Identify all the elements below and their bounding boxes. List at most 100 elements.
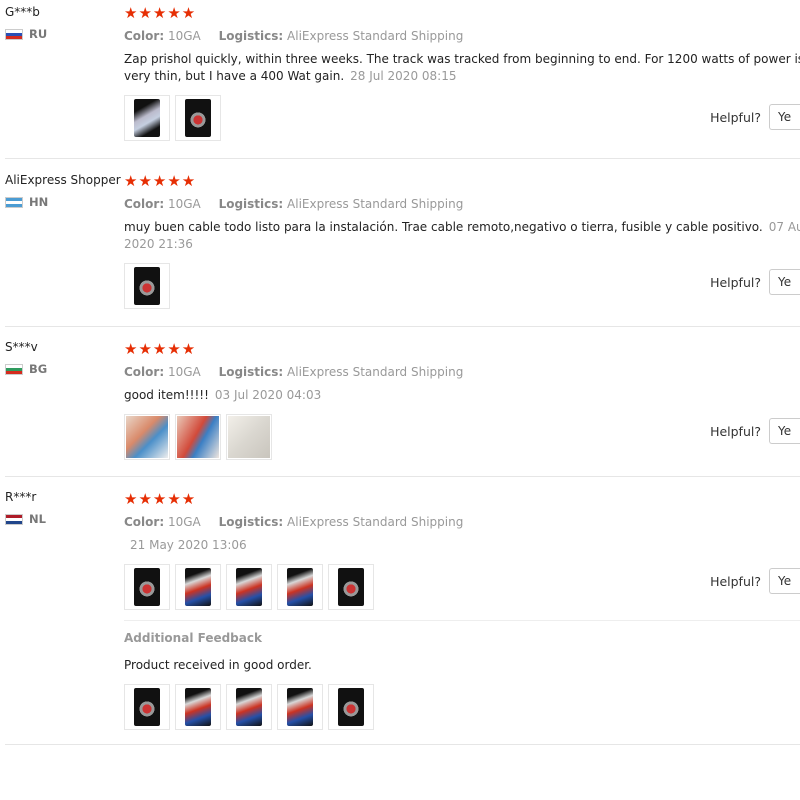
helpful-label: Helpful? — [710, 109, 761, 125]
logistics-label: Logistics: — [218, 197, 284, 211]
helpful-label: Helpful? — [710, 573, 761, 589]
reviewer-info: S***v BG — [5, 340, 47, 376]
reviewer-country: BG — [5, 362, 47, 376]
additional-feedback-photos — [124, 684, 800, 730]
review-text: Zap prishol quickly, within three weeks.… — [124, 51, 800, 85]
helpful-yes-button[interactable]: Ye — [769, 418, 800, 444]
additional-feedback-text: Product received in good order. — [124, 658, 312, 672]
additional-feedback: Additional Feedback Product received in … — [124, 620, 800, 730]
review-photo-thumb[interactable] — [277, 684, 323, 730]
review-item: AliExpress Shopper HN ★★★★★ Color: 10GA … — [5, 158, 800, 327]
country-code: BG — [29, 362, 48, 376]
country-code: RU — [29, 27, 48, 41]
logistics-label: Logistics: — [218, 515, 284, 529]
photo-image — [287, 688, 313, 726]
photo-image — [287, 568, 313, 606]
review-item: G***b RU ★★★★★ Color: 10GA Logistics: Al… — [5, 0, 800, 159]
review-photos — [124, 263, 800, 309]
logistics-value: AliExpress Standard Shipping — [287, 515, 464, 529]
photo-image — [236, 688, 262, 726]
divider — [124, 620, 800, 621]
color-label: Color: — [124, 365, 165, 379]
country-flag-icon — [5, 363, 23, 375]
color-label: Color: — [124, 515, 165, 529]
reviewer-country: RU — [5, 27, 47, 41]
review-photo-thumb[interactable] — [277, 564, 323, 610]
review-text-content: good item!!!!! — [124, 388, 209, 402]
helpful-yes-button[interactable]: Ye — [769, 568, 800, 594]
review-photo-thumb[interactable] — [328, 564, 374, 610]
review-photos — [124, 414, 800, 460]
review-photo-thumb[interactable] — [328, 684, 374, 730]
reviewer-info: AliExpress Shopper HN — [5, 173, 121, 209]
review-text-content: muy buen cable todo listo para la instal… — [124, 220, 763, 234]
review-photo-thumb[interactable] — [124, 95, 170, 141]
review-meta: Color: 10GA Logistics: AliExpress Standa… — [124, 365, 800, 379]
review-body: ★★★★★ Color: 10GA Logistics: AliExpress … — [124, 490, 800, 610]
star-rating-icon: ★★★★★ — [124, 172, 197, 190]
photo-image — [134, 99, 160, 137]
country-flag-icon — [5, 513, 23, 525]
review-photo-thumb[interactable] — [124, 684, 170, 730]
helpful-label: Helpful? — [710, 423, 761, 439]
country-code: NL — [29, 512, 46, 526]
review-photo-thumb[interactable] — [124, 414, 170, 460]
review-meta: Color: 10GA Logistics: AliExpress Standa… — [124, 197, 800, 211]
helpful-section: Helpful? Ye — [710, 568, 800, 594]
photo-image — [126, 416, 168, 458]
helpful-section: Helpful? Ye — [710, 269, 800, 295]
photo-image — [228, 416, 270, 458]
color-value: 10GA — [167, 515, 201, 529]
country-code: HN — [29, 195, 49, 209]
logistics-label: Logistics: — [218, 365, 284, 379]
review-photo-thumb[interactable] — [226, 684, 272, 730]
reviewer-country: HN — [5, 195, 121, 209]
photo-image — [185, 99, 211, 137]
country-flag-icon — [5, 28, 23, 40]
review-photo-thumb[interactable] — [226, 414, 272, 460]
logistics-value: AliExpress Standard Shipping — [287, 197, 464, 211]
review-text: 21 May 2020 13:06 — [124, 537, 800, 554]
star-rating-icon: ★★★★★ — [124, 4, 197, 22]
color-value: 10GA — [167, 365, 201, 379]
review-photo-thumb[interactable] — [124, 564, 170, 610]
photo-image — [236, 568, 262, 606]
color-label: Color: — [124, 29, 165, 43]
review-photo-thumb[interactable] — [175, 684, 221, 730]
review-photo-thumb[interactable] — [175, 564, 221, 610]
photo-image — [338, 688, 364, 726]
review-item: S***v BG ★★★★★ Color: 10GA Logistics: Al… — [5, 326, 800, 477]
additional-feedback-title: Additional Feedback — [124, 631, 262, 645]
reviewer-country: NL — [5, 512, 46, 526]
helpful-yes-button[interactable]: Ye — [769, 104, 800, 130]
logistics-value: AliExpress Standard Shipping — [287, 29, 464, 43]
reviewer-name: AliExpress Shopper — [5, 173, 121, 187]
review-photos — [124, 564, 800, 610]
country-flag-icon — [5, 196, 23, 208]
reviewer-name: G***b — [5, 5, 40, 19]
color-value: 10GA — [167, 29, 201, 43]
review-photo-thumb[interactable] — [226, 564, 272, 610]
color-label: Color: — [124, 197, 165, 211]
review-text: good item!!!!! 03 Jul 2020 04:03 — [124, 387, 800, 404]
star-rating-icon: ★★★★★ — [124, 490, 197, 508]
review-date: 03 Jul 2020 04:03 — [214, 388, 322, 402]
reviewer-name: R***r — [5, 490, 37, 504]
review-text-content: Zap prishol quickly, within three weeks.… — [124, 52, 800, 83]
photo-image — [338, 568, 364, 606]
photo-image — [185, 688, 211, 726]
review-photo-thumb[interactable] — [175, 95, 221, 141]
review-date: 21 May 2020 13:06 — [130, 538, 247, 552]
review-body: ★★★★★ Color: 10GA Logistics: AliExpress … — [124, 4, 800, 141]
photo-image — [134, 267, 160, 305]
review-photo-thumb[interactable] — [124, 263, 170, 309]
reviewer-info: G***b RU — [5, 5, 47, 41]
helpful-yes-button[interactable]: Ye — [769, 269, 800, 295]
helpful-section: Helpful? Ye — [710, 104, 800, 130]
review-photos — [124, 95, 800, 141]
review-photo-thumb[interactable] — [175, 414, 221, 460]
reviewer-info: R***r NL — [5, 490, 46, 526]
review-meta: Color: 10GA Logistics: AliExpress Standa… — [124, 515, 800, 529]
review-item: R***r NL ★★★★★ Color: 10GA Logistics: Al… — [5, 476, 800, 745]
star-rating-icon: ★★★★★ — [124, 340, 197, 358]
